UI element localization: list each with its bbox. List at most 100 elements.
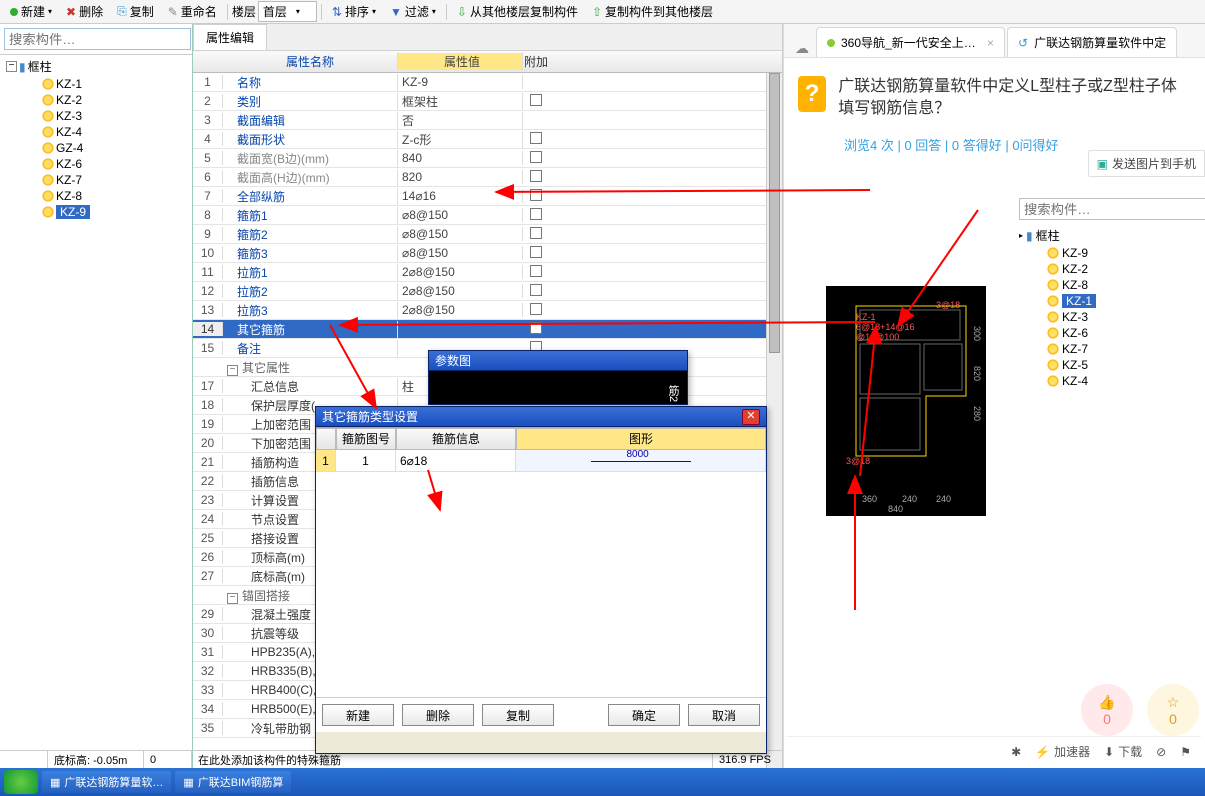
taskbar-item[interactable]: ▦广联达钢筋算量软…	[42, 771, 171, 793]
checkbox[interactable]	[530, 151, 542, 163]
taskbar-item[interactable]: ▦广联达BIM钢筋算	[175, 771, 291, 793]
bullet-icon	[1047, 311, 1059, 323]
tree-item-gz-4[interactable]: GZ-4	[2, 140, 190, 156]
stirrup-row[interactable]: 1 1 6⌀18 8000	[316, 450, 766, 472]
prop-row[interactable]: 2类别框架柱	[193, 92, 782, 111]
right-tree-item-kz-4[interactable]: KZ-4	[1019, 373, 1193, 389]
bullet-icon	[1047, 295, 1059, 307]
checkbox[interactable]	[530, 189, 542, 201]
browser-tab-gld[interactable]: ↺ 广联达钢筋算量软件中定	[1007, 27, 1177, 57]
prop-row[interactable]: 5截面宽(B边)(mm)840	[193, 149, 782, 168]
dlg-delete-button[interactable]: 删除	[402, 704, 474, 726]
search-input[interactable]	[4, 28, 191, 50]
send-pic-button[interactable]: ▣发送图片到手机	[1088, 150, 1205, 177]
main-toolbar: 新建▾ ✖删除 ⎘复制 ✎重命名 楼层 首层▾ ⇅排序▾ ▼过滤▾ ⇩从其他楼层…	[0, 0, 1205, 24]
prop-row[interactable]: 14其它箍筋	[193, 320, 782, 339]
download-button[interactable]: ⬇下载	[1104, 743, 1142, 760]
delete-button[interactable]: ✖删除	[60, 2, 109, 21]
checkbox[interactable]	[530, 227, 542, 239]
cloud-icon[interactable]: ☁	[790, 40, 814, 57]
right-search-input[interactable]	[1019, 198, 1205, 220]
copy-to-floor-button[interactable]: ⇧复制构件到其他楼层	[586, 2, 719, 21]
sort-button[interactable]: ⇅排序▾	[326, 2, 382, 21]
browser-statusbar: ✱ ⚡加速器 ⬇下载 ⊘ ⚑	[787, 736, 1201, 766]
prop-row[interactable]: 12拉筋22⌀8@150	[193, 282, 782, 301]
filter-button[interactable]: ▼过滤▾	[384, 2, 442, 21]
right-tree-item-kz-1[interactable]: KZ-1	[1019, 293, 1193, 309]
prop-row[interactable]: 11拉筋12⌀8@150	[193, 263, 782, 282]
copy-button[interactable]: ⎘复制	[111, 2, 160, 21]
prop-row[interactable]: 4截面形状Z-c形	[193, 130, 782, 149]
prop-row[interactable]: 8箍筋1⌀8@150	[193, 206, 782, 225]
browser-tab-360[interactable]: 360导航_新一代安全上网导航 ×	[816, 27, 1005, 57]
rename-button[interactable]: ✎重命名	[162, 2, 223, 21]
checkbox[interactable]	[530, 132, 542, 144]
dlg-cancel-button[interactable]: 取消	[688, 704, 760, 726]
checkbox[interactable]	[530, 208, 542, 220]
checkbox[interactable]	[530, 322, 542, 334]
right-tree-item-kz-8[interactable]: KZ-8	[1019, 277, 1193, 293]
close-button[interactable]: ✕	[742, 409, 760, 425]
right-tree-item-kz-7[interactable]: KZ-7	[1019, 341, 1193, 357]
dlg-new-button[interactable]: 新建	[322, 704, 394, 726]
mute-icon[interactable]: ⊘	[1156, 743, 1166, 760]
right-tree-item-kz-3[interactable]: KZ-3	[1019, 309, 1193, 325]
like-button[interactable]: 👍0	[1081, 684, 1133, 736]
checkbox[interactable]	[530, 303, 542, 315]
component-tree[interactable]: − ▮ 框柱 KZ-1KZ-2KZ-3KZ-4GZ-4KZ-6KZ-7KZ-8K…	[0, 55, 192, 778]
collapse-icon[interactable]: −	[6, 61, 17, 72]
prop-row[interactable]: 7全部纵筋14⌀16	[193, 187, 782, 206]
bullet-icon	[1047, 263, 1059, 275]
ext-icon[interactable]: ✱	[1011, 743, 1021, 760]
cad-preview: KZ-1 6@18+14@16 @10@100 3@18 3@18 840 36…	[826, 286, 986, 516]
prop-row[interactable]: 13拉筋32⌀8@150	[193, 301, 782, 320]
dlg-copy-button[interactable]: 复制	[482, 704, 554, 726]
prop-row[interactable]: 3截面编辑否	[193, 111, 782, 130]
checkbox[interactable]	[530, 246, 542, 258]
favorite-button[interactable]: ☆0	[1147, 684, 1199, 736]
prop-row[interactable]: 6截面高(H边)(mm)820	[193, 168, 782, 187]
copy-from-floor-button[interactable]: ⇩从其他楼层复制构件	[451, 2, 584, 21]
status-count: 0	[144, 751, 192, 768]
accelerator-button[interactable]: ⚡加速器	[1035, 743, 1090, 760]
tree-item-kz-4[interactable]: KZ-4	[2, 124, 190, 140]
tree-item-kz-8[interactable]: KZ-8	[2, 188, 190, 204]
scrollbar[interactable]	[766, 73, 782, 778]
browser-pane: ☁ 360导航_新一代安全上网导航 × ↺ 广联达钢筋算量软件中定 ? 广联达钢…	[783, 24, 1205, 778]
col-stirrup-shape: 图形	[516, 428, 766, 450]
new-button[interactable]: 新建▾	[4, 2, 58, 21]
checkbox[interactable]	[530, 284, 542, 296]
tree-root[interactable]: − ▮ 框柱	[2, 57, 190, 76]
prop-row[interactable]: 9箍筋2⌀8@150	[193, 225, 782, 244]
tree-item-kz-7[interactable]: KZ-7	[2, 172, 190, 188]
start-button[interactable]	[4, 770, 38, 794]
bullet-icon	[42, 110, 54, 122]
checkbox[interactable]	[530, 94, 542, 106]
prop-row[interactable]: 10箍筋3⌀8@150	[193, 244, 782, 263]
tab-attr-edit[interactable]: 属性编辑	[193, 24, 267, 50]
tree-item-kz-9[interactable]: KZ-9	[2, 204, 190, 220]
floor-label: 楼层	[232, 3, 256, 20]
right-tree-item-kz-6[interactable]: KZ-6	[1019, 325, 1193, 341]
right-tree-root[interactable]: ▸▮框柱	[1019, 226, 1193, 245]
right-tree-item-kz-5[interactable]: KZ-5	[1019, 357, 1193, 373]
checkbox[interactable]	[530, 170, 542, 182]
dlg-ok-button[interactable]: 确定	[608, 704, 680, 726]
bullet-icon	[1047, 247, 1059, 259]
floor-select[interactable]: 首层▾	[258, 1, 317, 22]
right-tree-item-kz-2[interactable]: KZ-2	[1019, 261, 1193, 277]
tree-item-kz-6[interactable]: KZ-6	[2, 156, 190, 172]
flag-icon[interactable]: ⚑	[1180, 743, 1191, 760]
checkbox[interactable]	[530, 265, 542, 277]
tree-item-kz-1[interactable]: KZ-1	[2, 76, 190, 92]
bullet-icon	[1047, 375, 1059, 387]
tree-item-kz-2[interactable]: KZ-2	[2, 92, 190, 108]
tree-item-kz-3[interactable]: KZ-3	[2, 108, 190, 124]
question-title: 广联达钢筋算量软件中定义L型柱子或Z型柱子体填写钢筋信息？	[838, 76, 1191, 121]
right-tree-item-kz-9[interactable]: KZ-9	[1019, 245, 1193, 261]
close-icon[interactable]: ×	[987, 36, 994, 50]
right-tree[interactable]: ▸▮框柱 KZ-9KZ-2KZ-8KZ-1KZ-3KZ-6KZ-7KZ-5KZ-…	[1011, 224, 1201, 391]
col-stirrup-info: 箍筋信息	[396, 428, 516, 450]
question-icon: ?	[798, 76, 826, 112]
prop-row[interactable]: 1名称KZ-9	[193, 73, 782, 92]
